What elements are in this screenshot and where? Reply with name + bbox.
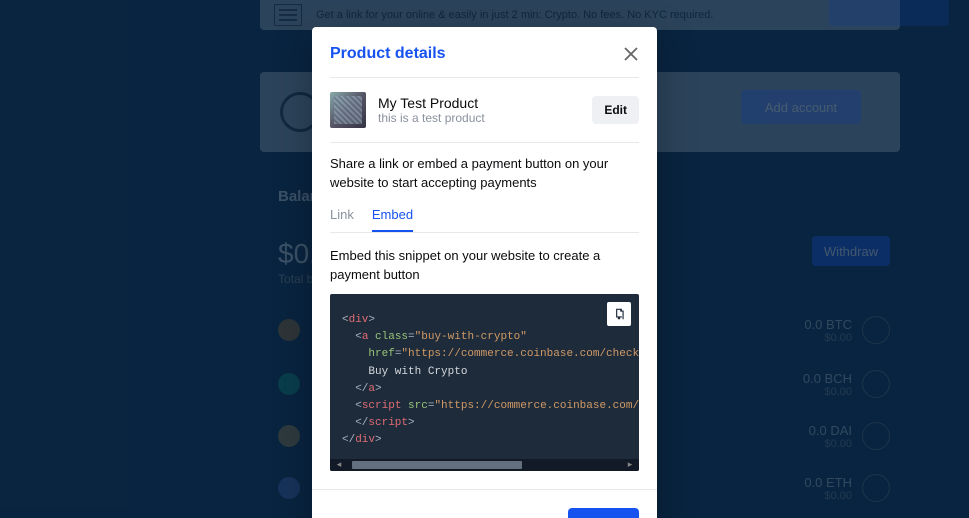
close-icon[interactable] <box>623 46 639 62</box>
code-text: Buy with Crypto <box>368 366 467 378</box>
code-content[interactable]: <div> <a class="buy-with-crypto" href="h… <box>330 294 639 458</box>
product-thumbnail <box>330 92 366 128</box>
close-button[interactable]: Close <box>568 508 639 518</box>
product-description: this is a test product <box>378 111 485 125</box>
product-info: My Test Product this is a test product <box>378 95 485 125</box>
code-attr-value: "https://commerce.coinbase.com/checkout/… <box>401 348 639 360</box>
embed-instruction: Embed this snippet on your website to cr… <box>312 233 657 295</box>
scroll-track[interactable] <box>344 459 625 471</box>
code-attr-value: "buy-with-crypto" <box>415 331 527 343</box>
horizontal-scrollbar[interactable]: ◂ ▸ <box>330 459 639 471</box>
code-snippet: <div> <a class="buy-with-crypto" href="h… <box>330 294 639 470</box>
product-summary: My Test Product this is a test product E… <box>312 78 657 142</box>
code-attr-value: "https://commerce.coinbase.com/v1/checko… <box>434 400 639 412</box>
product-name: My Test Product <box>378 95 485 111</box>
copy-icon[interactable] <box>607 302 631 326</box>
tab-link[interactable]: Link <box>330 203 354 232</box>
modal-footer: Close <box>312 489 657 518</box>
product-details-modal: Product details My Test Product this is … <box>312 27 657 518</box>
edit-button[interactable]: Edit <box>592 96 639 124</box>
tabs: Link Embed <box>330 203 639 233</box>
scroll-left-icon[interactable]: ◂ <box>334 460 344 470</box>
tab-embed[interactable]: Embed <box>372 203 413 232</box>
modal-title: Product details <box>330 45 446 63</box>
scroll-thumb[interactable] <box>352 461 522 469</box>
scroll-right-icon[interactable]: ▸ <box>625 460 635 470</box>
modal-header: Product details <box>312 45 657 77</box>
share-instruction: Share a link or embed a payment button o… <box>312 143 657 203</box>
